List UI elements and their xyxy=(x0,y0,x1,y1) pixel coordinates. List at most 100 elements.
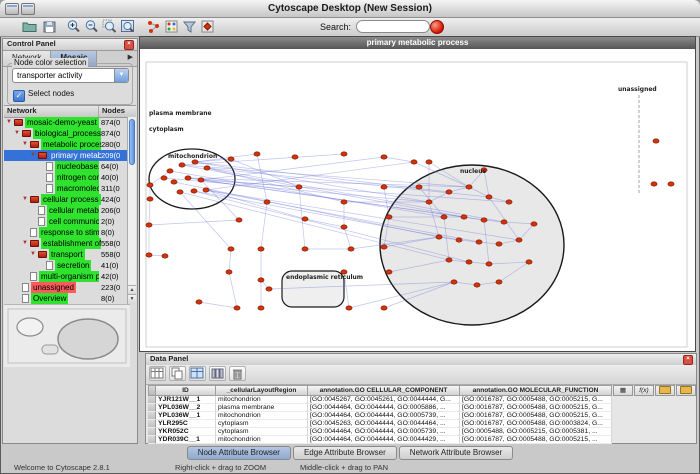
node[interactable] xyxy=(496,242,502,246)
tree-item[interactable]: Overview8(0) xyxy=(4,293,130,304)
node[interactable] xyxy=(226,270,232,274)
tree-header-nodes[interactable]: Nodes xyxy=(99,106,136,117)
open-session-icon[interactable] xyxy=(22,19,38,35)
birds-eye-view[interactable] xyxy=(4,304,130,367)
node[interactable] xyxy=(381,155,387,159)
node[interactable] xyxy=(446,258,452,262)
expand-arrow-icon[interactable]: ▼ xyxy=(30,150,38,161)
node[interactable] xyxy=(254,152,260,156)
formula-builder-button[interactable]: f(x) xyxy=(634,385,654,396)
grid-mode-button[interactable]: ▦ xyxy=(613,385,633,396)
node[interactable] xyxy=(196,300,202,304)
column-header[interactable]: annotation.GO MOLECULAR_FUNCTION xyxy=(460,385,612,396)
node[interactable] xyxy=(451,280,457,284)
node[interactable] xyxy=(302,217,308,221)
node[interactable] xyxy=(506,200,512,204)
node[interactable] xyxy=(234,306,240,310)
tree-item[interactable]: ▼cellular process424(0 xyxy=(4,194,130,205)
node[interactable] xyxy=(258,247,264,251)
select-nodes-checkbox[interactable]: ✓ xyxy=(13,90,25,102)
node[interactable] xyxy=(266,287,272,291)
expand-arrow-icon[interactable]: ▼ xyxy=(22,139,30,150)
tree-item[interactable]: ▼transport558(0 xyxy=(4,249,130,260)
scroll-down-icon[interactable]: ▼ xyxy=(128,294,136,304)
node[interactable] xyxy=(292,155,298,159)
node[interactable] xyxy=(531,222,537,226)
node[interactable] xyxy=(381,245,387,249)
node[interactable] xyxy=(341,225,347,229)
node[interactable] xyxy=(486,195,492,199)
filter-icon[interactable] xyxy=(182,19,198,35)
node[interactable] xyxy=(191,189,197,193)
node[interactable] xyxy=(348,247,354,251)
expand-arrow-icon[interactable]: ▼ xyxy=(6,117,14,128)
node[interactable] xyxy=(461,215,467,219)
node[interactable] xyxy=(346,306,352,310)
node[interactable] xyxy=(236,218,242,222)
column-header[interactable]: ID xyxy=(156,385,216,396)
tree-item[interactable]: secretion41(0) xyxy=(4,260,130,271)
node[interactable] xyxy=(296,185,302,189)
node[interactable] xyxy=(228,247,234,251)
zoom-in-icon[interactable] xyxy=(66,19,82,35)
tree-item[interactable]: ▼biological_process874(0 xyxy=(4,128,130,139)
node[interactable] xyxy=(456,238,462,242)
node[interactable] xyxy=(481,218,487,222)
node[interactable] xyxy=(386,215,392,219)
node[interactable] xyxy=(204,166,210,170)
expand-arrow-icon[interactable]: ▼ xyxy=(22,194,30,205)
column-header[interactable]: annotation.GO CELLULAR_COMPONENT xyxy=(308,385,460,396)
node[interactable] xyxy=(146,253,152,257)
tree-item[interactable]: nucleobase...64(0) xyxy=(4,161,130,172)
network-view-title[interactable]: primary metabolic process xyxy=(140,37,695,49)
copy-icon[interactable] xyxy=(169,366,186,381)
plugin-icon[interactable] xyxy=(200,19,216,35)
tree-item[interactable]: cellular metabo...206(0 xyxy=(4,205,130,216)
zoom-selected-icon[interactable] xyxy=(102,19,118,35)
close-icon[interactable]: × xyxy=(124,40,134,50)
table-row[interactable]: YPL036W__1mitochondrion[GO:0044464, GO:0… xyxy=(148,412,612,420)
node[interactable] xyxy=(203,188,209,192)
node[interactable] xyxy=(185,176,191,180)
tree-item[interactable]: ▼primary metab...209(0 xyxy=(4,150,130,161)
node[interactable] xyxy=(341,200,347,204)
node[interactable] xyxy=(167,169,173,173)
node[interactable] xyxy=(171,180,177,184)
search-input[interactable] xyxy=(356,20,430,33)
tree-scrollbar[interactable]: ▲ ▼ xyxy=(127,117,136,304)
node[interactable] xyxy=(381,306,387,310)
tree-item[interactable]: cell communica...2(0) xyxy=(4,216,130,227)
node[interactable] xyxy=(258,306,264,310)
open-attribute-file-button[interactable] xyxy=(676,385,696,396)
tree-item[interactable]: multi-organism pro...42(0) xyxy=(4,271,130,282)
node[interactable] xyxy=(426,160,432,164)
node[interactable] xyxy=(476,240,482,244)
node[interactable] xyxy=(474,283,480,287)
node[interactable] xyxy=(516,238,522,242)
node[interactable] xyxy=(179,163,185,167)
node[interactable] xyxy=(526,260,532,264)
tree-item[interactable]: ▼mosaic-demo-yeast874(0 xyxy=(4,117,130,128)
select-attributes-icon[interactable] xyxy=(149,366,166,381)
network-canvas[interactable]: plasma membranecytoplasmmitochondrionnuc… xyxy=(140,49,695,351)
node[interactable] xyxy=(653,139,659,143)
node[interactable] xyxy=(501,220,507,224)
scrollbar-thumb[interactable] xyxy=(129,119,135,165)
node[interactable] xyxy=(258,278,264,282)
node[interactable] xyxy=(177,190,183,194)
search-options-icon[interactable] xyxy=(430,20,444,34)
node[interactable] xyxy=(466,260,472,264)
node[interactable] xyxy=(147,197,153,201)
node[interactable] xyxy=(198,178,204,182)
node[interactable] xyxy=(386,270,392,274)
node[interactable] xyxy=(436,235,442,239)
network-manager-icon[interactable] xyxy=(146,19,162,35)
node[interactable] xyxy=(228,157,234,161)
import-attributes-button[interactable] xyxy=(655,385,675,396)
tab-edge-attribute-browser[interactable]: Edge Attribute Browser xyxy=(293,446,397,460)
table-row[interactable]: YJR121W__1mitochondrion[GO:0045267, GO:0… xyxy=(148,396,612,404)
zoom-fit-icon[interactable] xyxy=(120,19,136,35)
tab-network-attribute-browser[interactable]: Network Attribute Browser xyxy=(399,446,513,460)
title-bar[interactable]: Cytoscape Desktop (New Session) xyxy=(0,0,700,18)
node[interactable] xyxy=(651,182,657,186)
